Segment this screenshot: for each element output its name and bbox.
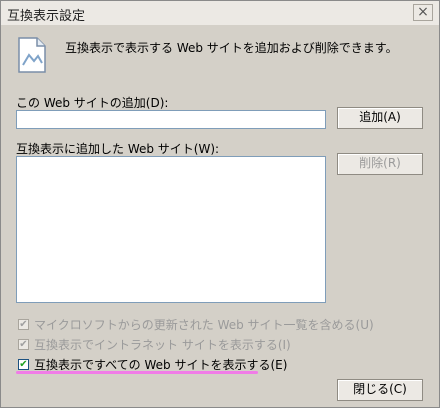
intranet-checkbox[interactable]: ✔ — [18, 339, 29, 350]
intranet-label: 互換表示でイントラネット サイトを表示する(I) — [34, 338, 291, 352]
all-sites-checkbox[interactable]: ✔ — [18, 359, 29, 370]
highlight-underline — [16, 371, 258, 374]
title-bar: 互換表示設定 × — [1, 1, 439, 26]
include-ms-list-checkbox[interactable]: ✔ — [18, 319, 29, 330]
intranet-option[interactable]: ✔ 互換表示でイントラネット サイトを表示する(I) — [18, 336, 291, 353]
dialog-content: 互換表示で表示する Web サイトを追加および削除できます。 この Web サイ… — [1, 25, 439, 407]
include-ms-list-option[interactable]: ✔ マイクロソフトからの更新された Web サイト一覧を含める(U) — [18, 316, 374, 333]
include-ms-list-label: マイクロソフトからの更新された Web サイト一覧を含める(U) — [34, 318, 374, 332]
added-sites-list[interactable] — [16, 156, 326, 303]
dialog-description: 互換表示で表示する Web サイトを追加および削除できます。 — [65, 41, 398, 55]
add-button[interactable]: 追加(A) — [337, 107, 423, 129]
added-sites-label: 互換表示に追加した Web サイト(W): — [16, 142, 220, 156]
remove-button[interactable]: 削除(R) — [337, 153, 423, 175]
compatibility-view-dialog: 互換表示設定 × 互換表示で表示する Web サイトを追加および削除できます。 … — [0, 0, 440, 408]
close-window-button[interactable]: × — [413, 4, 433, 21]
add-site-input[interactable] — [16, 110, 326, 129]
window-title: 互換表示設定 — [7, 9, 86, 24]
close-button[interactable]: 閉じる(C) — [337, 379, 423, 401]
add-site-label: この Web サイトの追加(D): — [16, 96, 169, 110]
document-image-icon — [16, 37, 48, 73]
